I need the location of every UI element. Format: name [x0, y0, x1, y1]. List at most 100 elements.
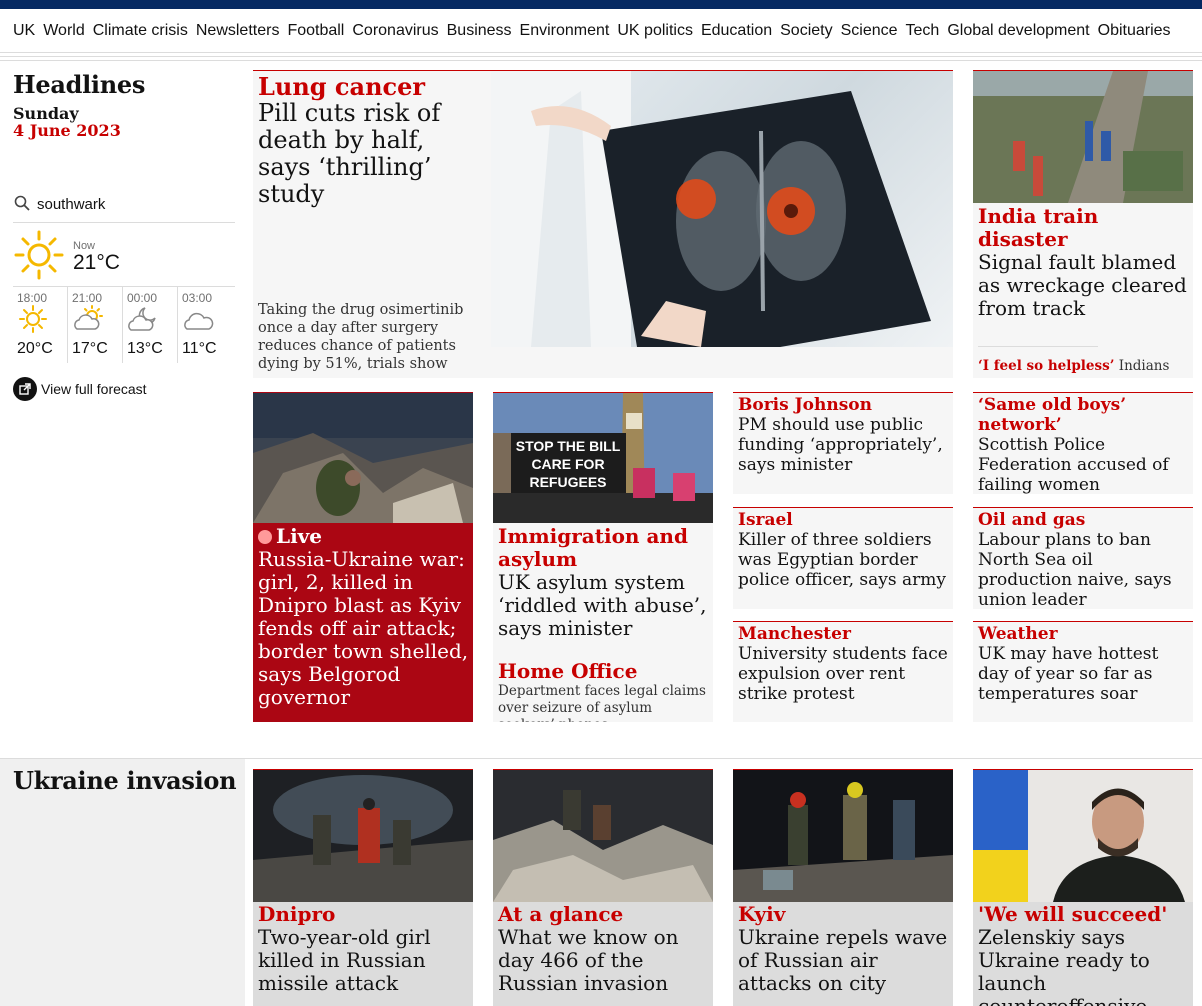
- story-headline[interactable]: Scottish Police Federation accused of fa…: [978, 435, 1188, 494]
- immigration-sublink[interactable]: Home Office Department faces legal claim…: [498, 659, 710, 723]
- section-nav: UK World Climate crisis Newsletters Football…: [0, 9, 1202, 53]
- nav-item[interactable]: Education: [701, 22, 772, 40]
- nav-item[interactable]: Business: [447, 22, 512, 40]
- forecast-temp: 17°C: [72, 340, 108, 357]
- story-headline[interactable]: Ukraine repels wave of Russian air attac…: [738, 926, 950, 995]
- immigration-kicker: Immigration and asylum: [498, 524, 688, 571]
- nav-item[interactable]: Newsletters: [196, 22, 280, 40]
- story-kicker: Weather: [978, 624, 1058, 644]
- protest-placard: STOP THE BILL CARE FOR REFUGEES: [511, 433, 626, 495]
- live-headline[interactable]: Russia-Ukraine war: girl, 2, killed in D…: [258, 548, 470, 709]
- sun-icon: [13, 229, 65, 285]
- view-forecast-link[interactable]: View full forecast: [13, 377, 235, 401]
- hourly-forecast: 18:00 20°C 21:00 17°C 00:00 13°C 03:00 1…: [13, 287, 235, 363]
- nav-divider: [0, 56, 1202, 57]
- live-blog-image[interactable]: [253, 393, 473, 523]
- immigration-sub-kicker: Home Office: [498, 659, 638, 683]
- story-kicker: Oil and gas: [978, 510, 1086, 530]
- live-blog-card[interactable]: Live Russia-Ukraine war: girl, 2, killed…: [253, 392, 473, 722]
- india-story-card[interactable]: India train disaster Signal fault blamed…: [973, 70, 1193, 378]
- nav-item[interactable]: Climate crisis: [93, 22, 188, 40]
- story-headline[interactable]: Labour plans to ban North Sea oil produc…: [978, 530, 1188, 609]
- story-card-small[interactable]: Manchester University students face expu…: [733, 621, 953, 722]
- story-card-small[interactable]: Weather UK may have hottest day of year …: [973, 621, 1193, 722]
- ukraine-story-card[interactable]: At a glance What we know on day 466 of t…: [493, 769, 713, 1006]
- ukraine-story-card[interactable]: 'We will succeed' Zelenskiy says Ukraine…: [973, 769, 1193, 1006]
- moon-cloud-icon: [127, 307, 161, 337]
- forecast-time: 03:00: [182, 291, 213, 305]
- ukraine-section-title[interactable]: Ukraine invasion: [13, 766, 237, 795]
- story-kicker: ‘Same old boys’ network’: [978, 395, 1127, 435]
- zelenskiy-image[interactable]: [973, 770, 1193, 902]
- weather-location-search[interactable]: southwark: [13, 187, 235, 223]
- story-kicker: 'We will succeed': [978, 902, 1168, 926]
- date-day: Sunday: [13, 104, 79, 123]
- ukraine-story-card[interactable]: Kyiv Ukraine repels wave of Russian air …: [733, 769, 953, 1006]
- story-card-small[interactable]: ‘Same old boys’ network’ Scottish Police…: [973, 392, 1193, 494]
- india-sublink[interactable]: ‘I feel so helpless’ Indians search for …: [978, 338, 1190, 378]
- nav-divider: [0, 60, 1202, 61]
- forecast-temp: 20°C: [17, 340, 53, 357]
- sun-cloud-icon: [72, 305, 106, 337]
- story-headline[interactable]: UK may have hottest day of year so far a…: [978, 644, 1188, 704]
- nav-item[interactable]: Coronavirus: [352, 22, 438, 40]
- story-headline[interactable]: Zelenskiy says Ukraine ready to launch c…: [978, 926, 1190, 1006]
- nav-item[interactable]: Environment: [520, 22, 610, 40]
- story-card-small[interactable]: Boris Johnson PM should use public fundi…: [733, 392, 953, 494]
- train-crash-image[interactable]: [973, 71, 1193, 203]
- nav-item[interactable]: Society: [780, 22, 832, 40]
- dnipro-image[interactable]: [253, 770, 473, 902]
- story-headline[interactable]: Two-year-old girl killed in Russian miss…: [258, 926, 470, 995]
- story-kicker: Dnipro: [258, 902, 336, 926]
- live-kicker: Live: [258, 525, 470, 548]
- nav-item[interactable]: UK politics: [617, 22, 693, 40]
- kyiv-rescue-image[interactable]: [733, 770, 953, 902]
- now-temperature: 21°C: [73, 250, 120, 274]
- external-link-icon: [13, 377, 37, 401]
- forecast-time: 21:00: [72, 291, 103, 305]
- nav-item[interactable]: Football: [287, 22, 344, 40]
- nav-item[interactable]: Science: [841, 22, 898, 40]
- search-icon: [13, 194, 31, 216]
- india-sub-kicker: ‘I feel so helpless’: [978, 358, 1115, 374]
- cloud-icon: [182, 312, 216, 337]
- story-card-small[interactable]: Oil and gas Labour plans to ban North Se…: [973, 507, 1193, 609]
- rubble-image[interactable]: [493, 770, 713, 902]
- story-kicker: Manchester: [738, 624, 851, 644]
- section-label-panel: [0, 759, 245, 1006]
- story-kicker: Kyiv: [738, 902, 786, 926]
- story-headline[interactable]: What we know on day 466 of the Russian i…: [498, 926, 710, 995]
- protest-image[interactable]: STOP THE BILL CARE FOR REFUGEES: [493, 393, 713, 523]
- nav-item[interactable]: Tech: [906, 22, 940, 40]
- india-headline[interactable]: Signal fault blamed as wreckage cleared …: [978, 251, 1190, 320]
- lead-image[interactable]: [491, 71, 953, 347]
- lead-headline[interactable]: Pill cuts risk of death by half, says ‘t…: [258, 100, 483, 208]
- story-headline[interactable]: PM should use public funding ‘appropriat…: [738, 415, 948, 475]
- placard-line-1: STOP THE BILL: [516, 438, 621, 454]
- now-label: Now: [73, 239, 96, 252]
- sun-icon: [17, 305, 49, 337]
- section-title: Headlines: [13, 70, 146, 99]
- forecast-slot: 00:00 13°C: [123, 287, 178, 363]
- lead-standfirst: Taking the drug osimertinib once a day a…: [258, 302, 464, 372]
- forecast-slot: 18:00 20°C: [13, 287, 68, 363]
- story-kicker: Boris Johnson: [738, 395, 872, 415]
- forecast-temp: 13°C: [127, 340, 163, 357]
- india-kicker: India train disaster: [978, 204, 1099, 251]
- forecast-time: 00:00: [127, 291, 158, 305]
- immigration-headline[interactable]: UK asylum system ‘riddled with abuse’, s…: [498, 571, 710, 640]
- story-card-small[interactable]: Israel Killer of three soldiers was Egyp…: [733, 507, 953, 609]
- story-headline[interactable]: Killer of three soldiers was Egyptian bo…: [738, 530, 948, 590]
- lead-story-card[interactable]: Lung cancer Pill cuts risk of death by h…: [253, 70, 953, 378]
- immigration-story-card[interactable]: STOP THE BILL CARE FOR REFUGEES Immigrat…: [493, 392, 713, 722]
- nav-item[interactable]: Obituaries: [1098, 22, 1171, 40]
- nav-item[interactable]: World: [43, 22, 85, 40]
- story-kicker: At a glance: [498, 902, 624, 926]
- story-headline[interactable]: University students face expulsion over …: [738, 644, 948, 704]
- view-forecast-label: View full forecast: [41, 381, 147, 397]
- nav-item[interactable]: Global development: [947, 22, 1089, 40]
- ukraine-story-card[interactable]: Dnipro Two-year-old girl killed in Russi…: [253, 769, 473, 1006]
- location-input[interactable]: southwark: [37, 196, 105, 213]
- nav-item[interactable]: UK: [13, 22, 35, 40]
- immigration-sub-text: Department faces legal claims over seizu…: [498, 683, 706, 722]
